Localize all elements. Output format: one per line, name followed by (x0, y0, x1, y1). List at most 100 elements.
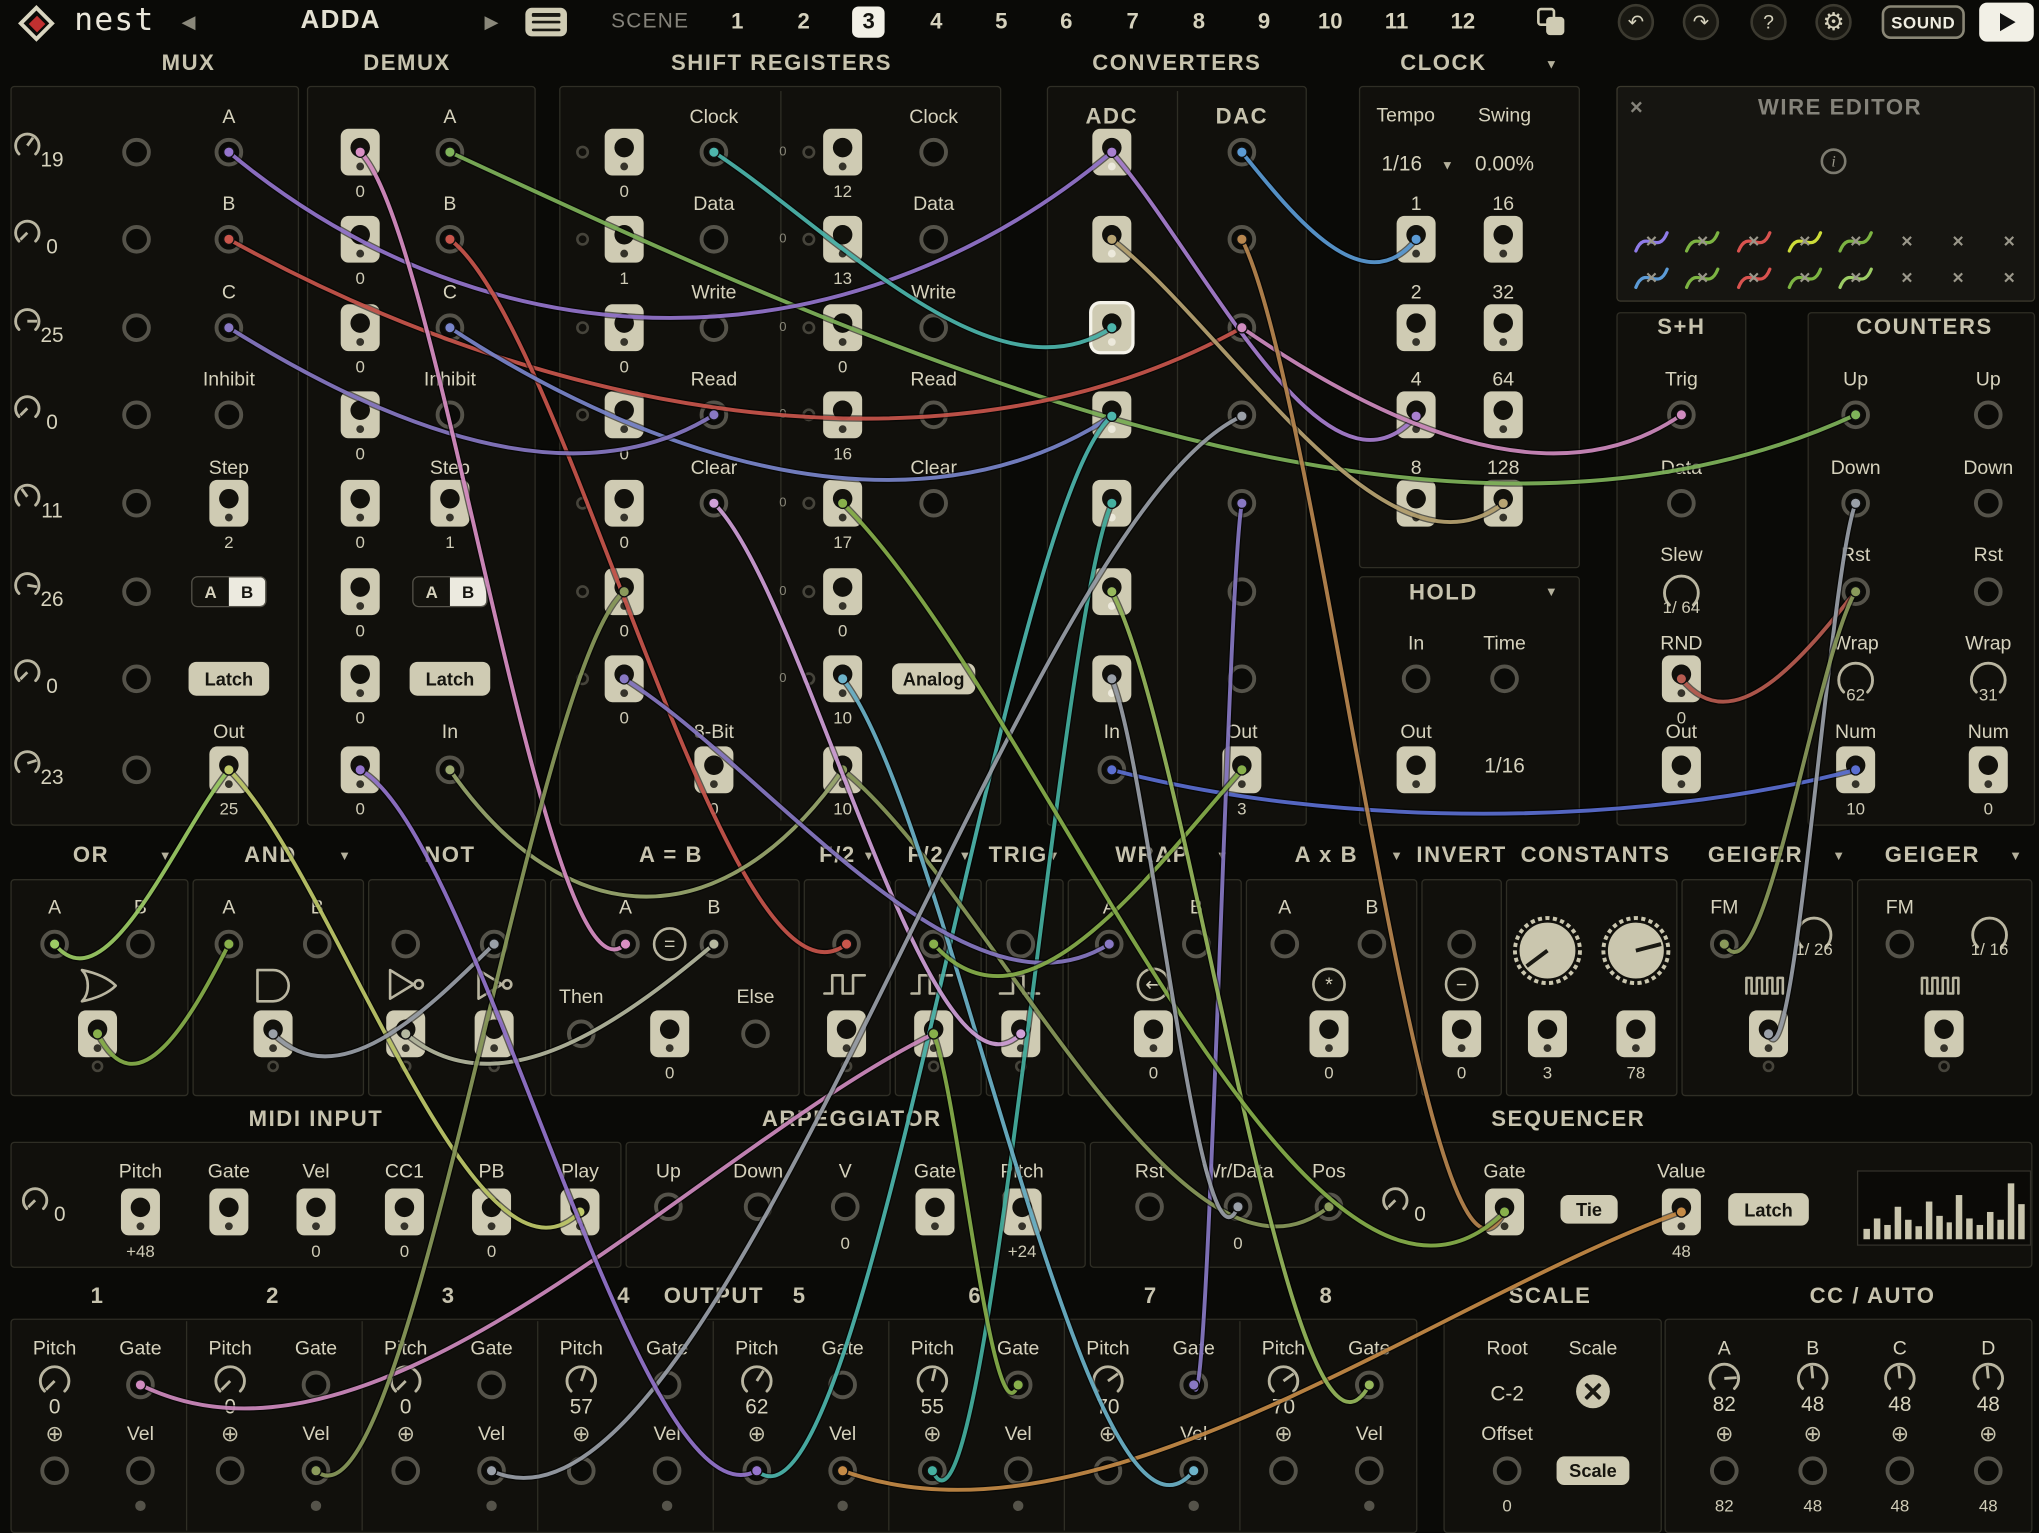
mux-a-port[interactable] (215, 138, 244, 167)
ab-option-a[interactable]: A (414, 577, 450, 606)
module-dropdown[interactable]: ▼ (1047, 850, 1060, 864)
out4-pitch-knob[interactable] (562, 1361, 601, 1400)
wire-delete-button[interactable]: × (1799, 231, 1810, 253)
hold-dropdown[interactable]: ▼ (1545, 586, 1558, 600)
ab-option-b[interactable]: B (450, 577, 486, 606)
constant2-out-port[interactable] (1616, 1010, 1655, 1057)
seq-latch-button[interactable]: Latch (1728, 1193, 1809, 1226)
adc-port-7[interactable] (1092, 655, 1131, 702)
adc-port-6[interactable] (1092, 568, 1131, 615)
scale-quantize-button[interactable]: Scale (1557, 1456, 1630, 1485)
wire-delete-button[interactable]: × (1748, 231, 1759, 253)
sr-right-write-port[interactable] (919, 313, 948, 342)
module-dropdown[interactable]: ▼ (2009, 850, 2022, 864)
module-dropdown[interactable]: ▼ (159, 850, 172, 864)
redo-button[interactable]: ↷ (1683, 4, 1719, 40)
constant-knob-2[interactable] (1599, 914, 1672, 987)
out4-pitch-cv-port[interactable] (567, 1456, 596, 1485)
seq-wrdata-port[interactable] (1224, 1192, 1253, 1221)
out1-vel-port[interactable] (126, 1456, 155, 1485)
seq-tie-button[interactable]: Tie (1560, 1195, 1617, 1224)
module-dropdown[interactable]: ▼ (1216, 850, 1229, 864)
counter1-down-port[interactable] (1841, 489, 1870, 518)
scene-tab-7[interactable]: 7 (1116, 7, 1149, 38)
counter1-num-port[interactable] (1836, 746, 1875, 793)
out3-pitch-cv-port[interactable] (391, 1456, 420, 1485)
mux-input-knob-3[interactable] (10, 304, 44, 338)
hold-out-port[interactable] (1397, 746, 1436, 793)
wire-delete-button[interactable]: × (1901, 231, 1912, 253)
preset-list-icon[interactable] (525, 8, 567, 37)
sr-left-out-port-4[interactable] (605, 391, 644, 438)
geiger2-fm-port[interactable] (1886, 930, 1915, 959)
cc-c-port[interactable] (1886, 1456, 1915, 1485)
mux-c-port[interactable] (215, 313, 244, 342)
or-out-port[interactable] (78, 1010, 117, 1057)
invert-in-port[interactable] (1447, 930, 1476, 959)
counter2-rst-port[interactable] (1974, 577, 2003, 606)
settings-gear-icon[interactable]: ⚙ (1815, 4, 1851, 40)
not1-in-port[interactable] (391, 930, 420, 959)
seq-gate-port[interactable] (1485, 1189, 1524, 1236)
sr-right-out-port-4[interactable] (823, 391, 862, 438)
constant1-out-port[interactable] (1528, 1010, 1567, 1057)
clock-div-port-1[interactable] (1397, 216, 1436, 263)
mux-out-port[interactable] (209, 746, 248, 793)
module-dropdown[interactable]: ▼ (1390, 850, 1403, 864)
ab-option-a[interactable]: A (192, 577, 228, 606)
midi-pb-port[interactable] (472, 1189, 511, 1236)
out2-gate-port[interactable] (302, 1371, 331, 1400)
out6-gate-port[interactable] (1004, 1371, 1033, 1400)
sr-right-data-port[interactable] (919, 225, 948, 254)
sr-left-clear-port[interactable] (700, 489, 729, 518)
wire-delete-button[interactable]: × (1646, 267, 1657, 289)
scene-tab-9[interactable]: 9 (1247, 7, 1280, 38)
counter2-down-port[interactable] (1974, 489, 2003, 518)
out7-pitch-cv-port[interactable] (1094, 1456, 1123, 1485)
out1-pitch-knob[interactable] (35, 1361, 74, 1400)
module-dropdown[interactable]: ▼ (1832, 850, 1845, 864)
seq-rst-port[interactable] (1135, 1192, 1164, 1221)
scene-tab-6[interactable]: 6 (1050, 7, 1083, 38)
mux-input-port-2[interactable] (122, 225, 151, 254)
mux-latch-button[interactable]: Latch (189, 662, 270, 696)
scene-tab-12[interactable]: 12 (1440, 7, 1485, 38)
out8-gate-port[interactable] (1355, 1371, 1384, 1400)
wire-delete-button[interactable]: × (2004, 267, 2015, 289)
scene-tab-8[interactable]: 8 (1182, 7, 1215, 38)
sr-right-read-port[interactable] (919, 401, 948, 430)
mux-inhibit-port[interactable] (215, 401, 244, 430)
undo-button[interactable]: ↶ (1618, 4, 1654, 40)
scale-offset-port[interactable] (1493, 1456, 1522, 1485)
demux-output-port-4[interactable] (341, 391, 380, 438)
mux-input-port-8[interactable] (122, 756, 151, 785)
out7-gate-port[interactable] (1179, 1371, 1208, 1400)
scale-tools-icon[interactable] (1576, 1375, 1610, 1409)
module-dropdown[interactable]: ▼ (862, 850, 875, 864)
sr-left-out-port-6[interactable] (605, 568, 644, 615)
sr-left-clock-port[interactable] (700, 138, 729, 167)
wrap-out-port[interactable] (1134, 1010, 1173, 1057)
sr-right-out-port-6[interactable] (823, 568, 862, 615)
and-b-port[interactable] (303, 930, 332, 959)
invert-out-port[interactable] (1442, 1010, 1481, 1057)
mux-input-knob-8[interactable] (10, 746, 44, 780)
ab-option-b[interactable]: B (229, 577, 265, 606)
arp-down-port[interactable] (744, 1192, 773, 1221)
or-b-port[interactable] (126, 930, 155, 959)
arp-v-port[interactable] (831, 1192, 860, 1221)
arp-gate-port[interactable] (915, 1189, 954, 1236)
axb-out-port[interactable] (1309, 1010, 1348, 1057)
mux-input-knob-4[interactable] (10, 391, 44, 425)
mux-input-port-6[interactable] (122, 577, 151, 606)
wire-delete-button[interactable]: × (1850, 231, 1861, 253)
demux-a-port[interactable] (436, 138, 465, 167)
sr-left-out-port-3[interactable] (605, 304, 644, 351)
sr-right-analog-out-port[interactable] (823, 746, 862, 793)
out5-pitch-knob[interactable] (737, 1361, 776, 1400)
dac-port-6[interactable] (1228, 577, 1257, 606)
dac-port-3[interactable] (1228, 313, 1257, 342)
hold-in-port[interactable] (1402, 664, 1431, 693)
help-button[interactable]: ? (1750, 4, 1786, 40)
not2-in-port[interactable] (480, 930, 509, 959)
